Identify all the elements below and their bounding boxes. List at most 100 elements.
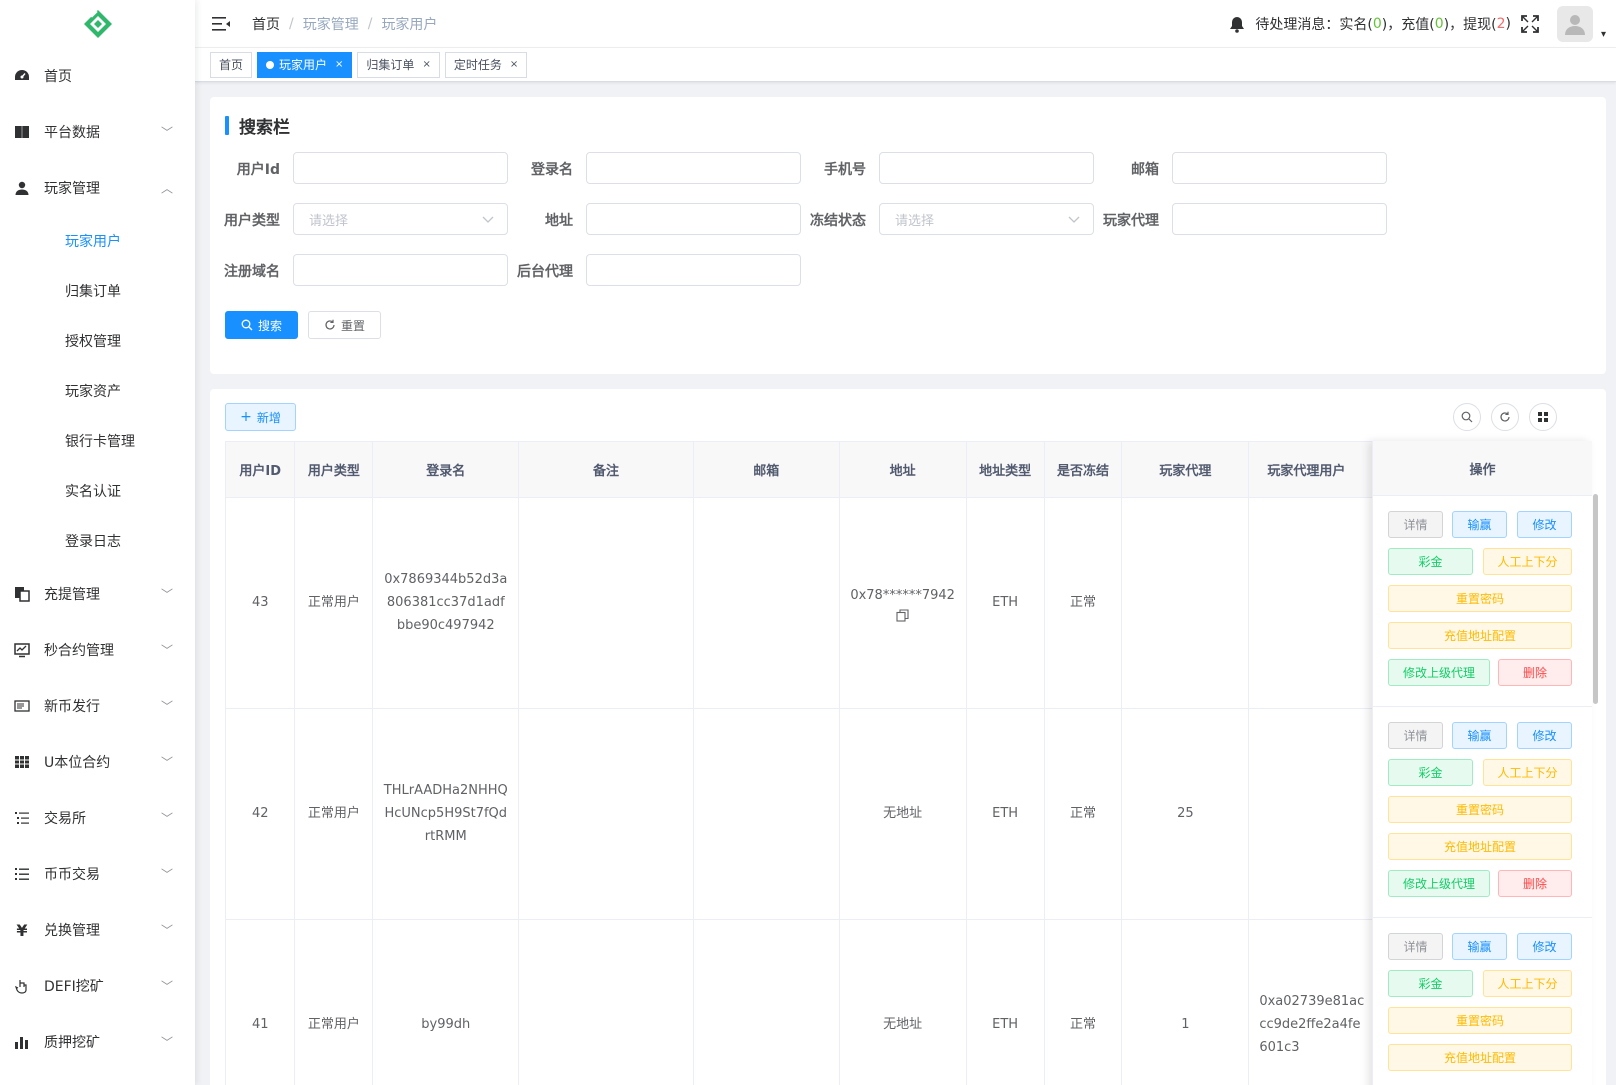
sidebar-item-label: 新币发行 bbox=[44, 699, 100, 715]
reset-password-button[interactable]: 重置密码 bbox=[1388, 1007, 1572, 1034]
cell-login: by99dh bbox=[372, 919, 520, 1085]
sidebar-item-second-contract[interactable]: 秒合约管理 ﹀ bbox=[0, 622, 195, 678]
close-icon[interactable]: × bbox=[335, 59, 343, 70]
caret-down-icon[interactable]: ▾ bbox=[1601, 29, 1606, 40]
fullscreen-icon[interactable] bbox=[1521, 15, 1539, 33]
breadcrumb-item: 玩家用户 bbox=[381, 16, 438, 33]
detail-button[interactable]: 详情 bbox=[1388, 722, 1443, 749]
sidebar: 首页 平台数据 ﹀ 玩家管理 ︿ 玩家用户 归集订单 授权管理 玩家资产 银行卡… bbox=[0, 0, 195, 1085]
freeze-status-select[interactable]: 请选择 bbox=[879, 203, 1094, 235]
address-input[interactable] bbox=[586, 203, 801, 235]
phone-input[interactable] bbox=[879, 152, 1094, 184]
toggle-search-button[interactable] bbox=[1453, 403, 1481, 431]
logo[interactable] bbox=[0, 0, 195, 48]
sidebar-subitem-login-log[interactable]: 登录日志 bbox=[0, 516, 195, 566]
reset-button[interactable]: 重置 bbox=[308, 311, 381, 339]
vertical-scrollbar[interactable] bbox=[1593, 494, 1598, 704]
chevron-down-icon: ﹀ bbox=[160, 1035, 173, 1050]
login-name-input[interactable] bbox=[586, 152, 801, 184]
bonus-button[interactable]: 彩金 bbox=[1388, 970, 1473, 997]
breadcrumb: 首页 / 玩家管理 / 玩家用户 bbox=[252, 14, 437, 34]
bonus-button[interactable]: 彩金 bbox=[1388, 759, 1473, 786]
reset-password-button[interactable]: 重置密码 bbox=[1388, 796, 1572, 823]
sidebar-item-home[interactable]: 首页 bbox=[0, 48, 195, 104]
deposit-address-config-button[interactable]: 充值地址配置 bbox=[1388, 622, 1572, 649]
reg-domain-input[interactable] bbox=[293, 254, 508, 286]
sidebar-item-conversion[interactable]: ¥ 兑换管理 ﹀ bbox=[0, 902, 195, 958]
header-right: 待处理消息：实名( 0 )，充值( 0 )，提现( 2 ) ▾ bbox=[1229, 0, 1616, 48]
win-lose-button[interactable]: 输赢 bbox=[1452, 511, 1507, 538]
add-button[interactable]: + 新增 bbox=[225, 403, 296, 431]
player-agent-input[interactable] bbox=[1172, 203, 1387, 235]
column-header: 备注 bbox=[518, 442, 694, 498]
avatar[interactable] bbox=[1556, 6, 1593, 42]
sidebar-subitem-collect-orders[interactable]: 归集订单 bbox=[0, 266, 195, 316]
backend-agent-input[interactable] bbox=[586, 254, 801, 286]
reset-password-button[interactable]: 重置密码 bbox=[1388, 585, 1572, 612]
close-icon[interactable]: × bbox=[510, 59, 518, 70]
navbar: 首页 / 玩家管理 / 玩家用户 待处理消息：实名( 0 )，充值( 0 )，提… bbox=[195, 0, 1616, 48]
notice-text: )，充值( bbox=[1381, 17, 1435, 33]
detail-button[interactable]: 详情 bbox=[1388, 933, 1443, 960]
edit-parent-agent-button[interactable]: 修改上级代理 bbox=[1388, 659, 1490, 686]
cell-login: THLrAADHa2NHHQHcUNcp5H9St7fQdrtRMM bbox=[372, 708, 520, 920]
pending-notice[interactable]: 待处理消息：实名( 0 )，充值( 0 )，提现( 2 ) bbox=[1229, 14, 1511, 34]
tag-scheduled-tasks[interactable]: 定时任务 × bbox=[444, 51, 528, 78]
reset-button-label: 重置 bbox=[340, 318, 365, 333]
delete-button[interactable]: 删除 bbox=[1498, 659, 1572, 686]
deposit-address-config-button[interactable]: 充值地址配置 bbox=[1388, 833, 1572, 860]
sidebar-item-platform-data[interactable]: 平台数据 ﹀ bbox=[0, 104, 195, 160]
sidebar-item-staking[interactable]: 质押挖矿 ﹀ bbox=[0, 1014, 195, 1070]
sidebar-item-defi-mining[interactable]: DEFI挖矿 ﹀ bbox=[0, 958, 195, 1014]
edit-button[interactable]: 修改 bbox=[1517, 722, 1572, 749]
delete-button[interactable]: 删除 bbox=[1498, 870, 1572, 897]
sidebar-item-new-coin[interactable]: 新币发行 ﹀ bbox=[0, 678, 195, 734]
cell-id: 41 bbox=[226, 919, 296, 1085]
tag-player-users[interactable]: 玩家用户 × bbox=[257, 51, 353, 78]
manual-adjust-button[interactable]: 人工上下分 bbox=[1483, 970, 1572, 997]
edit-button[interactable]: 修改 bbox=[1517, 933, 1572, 960]
grid-icon bbox=[1538, 412, 1548, 422]
tag-home[interactable]: 首页 bbox=[210, 51, 253, 78]
manual-adjust-button[interactable]: 人工上下分 bbox=[1483, 759, 1572, 786]
breadcrumb-item[interactable]: 首页 bbox=[252, 14, 280, 34]
search-button[interactable]: 搜索 bbox=[225, 311, 298, 339]
copy-icon[interactable] bbox=[896, 608, 909, 622]
sidebar-item-deposit-withdraw[interactable]: 充提管理 ﹀ bbox=[0, 566, 195, 622]
column-header: 玩家代理 bbox=[1121, 442, 1250, 498]
sidebar-item-coin-trade[interactable]: 币币交易 ﹀ bbox=[0, 846, 195, 902]
sidebar-item-player-management[interactable]: 玩家管理 ︿ bbox=[0, 160, 195, 216]
sidebar-item-label: 玩家管理 bbox=[44, 181, 100, 197]
refresh-table-button[interactable] bbox=[1491, 403, 1519, 431]
sidebar-subitem-realname-auth[interactable]: 实名认证 bbox=[0, 466, 195, 516]
hamburger-icon[interactable] bbox=[212, 16, 230, 32]
user-type-select[interactable]: 请选择 bbox=[293, 203, 508, 235]
phone-label: 手机号 bbox=[824, 162, 866, 178]
win-lose-button[interactable]: 输赢 bbox=[1452, 933, 1507, 960]
deposit-address-config-button[interactable]: 充值地址配置 bbox=[1388, 1044, 1572, 1071]
sidebar-subitem-bank-cards[interactable]: 银行卡管理 bbox=[0, 416, 195, 466]
manual-adjust-button[interactable]: 人工上下分 bbox=[1483, 548, 1572, 575]
edit-parent-agent-button[interactable]: 修改上级代理 bbox=[1388, 870, 1490, 897]
notice-text: ) bbox=[1505, 16, 1511, 32]
sidebar-subitem-player-users[interactable]: 玩家用户 bbox=[0, 216, 195, 266]
sidebar-subitem-player-assets[interactable]: 玩家资产 bbox=[0, 366, 195, 416]
sidebar-subitem-auth-management[interactable]: 授权管理 bbox=[0, 316, 195, 366]
close-icon[interactable]: × bbox=[422, 59, 430, 70]
column-header: 邮箱 bbox=[693, 442, 840, 498]
sidebar-item-exchange[interactable]: 交易所 ﹀ bbox=[0, 790, 195, 846]
edit-button[interactable]: 修改 bbox=[1517, 511, 1572, 538]
detail-button[interactable]: 详情 bbox=[1388, 511, 1443, 538]
win-lose-button[interactable]: 输赢 bbox=[1452, 722, 1507, 749]
column-settings-button[interactable] bbox=[1529, 403, 1557, 431]
email-input[interactable] bbox=[1172, 152, 1387, 184]
bonus-button[interactable]: 彩金 bbox=[1388, 548, 1473, 575]
cell-id: 42 bbox=[226, 708, 296, 920]
chevron-down-icon: ﹀ bbox=[160, 699, 173, 714]
user-id-input[interactable] bbox=[293, 152, 508, 184]
cell-type: 正常用户 bbox=[294, 708, 374, 920]
tag-collect-orders[interactable]: 归集订单 × bbox=[357, 51, 440, 78]
sidebar-item-label: 充提管理 bbox=[44, 587, 100, 603]
tag-label: 首页 bbox=[219, 58, 244, 72]
sidebar-item-u-contract[interactable]: U本位合约 ﹀ bbox=[0, 734, 195, 790]
